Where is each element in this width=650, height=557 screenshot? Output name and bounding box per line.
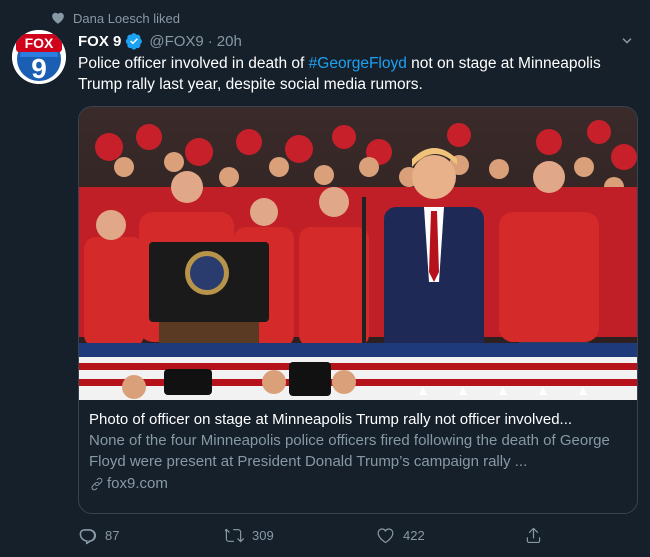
retweet-icon — [225, 528, 244, 542]
like-button[interactable]: 422 — [376, 526, 425, 545]
reply-button[interactable]: 87 — [78, 526, 119, 545]
fox9-logo-icon: FOX 9 — [12, 30, 66, 84]
separator-dot: · — [207, 32, 213, 50]
card-domain[interactable]: fox9.com — [89, 473, 629, 494]
card-image — [79, 107, 637, 400]
retweet-button[interactable]: 309 — [225, 526, 274, 545]
logo-nine-text: 9 — [31, 53, 47, 84]
link-icon — [91, 477, 103, 490]
tweet-text-part: Police officer involved in death of — [78, 55, 309, 72]
card-domain-text: fox9.com — [107, 475, 168, 492]
like-count: 422 — [403, 527, 425, 543]
link-card[interactable]: Photo of officer on stage at Minneapolis… — [78, 106, 638, 514]
tweet-text: Police officer involved in death of #Geo… — [78, 53, 638, 95]
share-icon — [526, 527, 541, 543]
reply-icon — [79, 528, 97, 544]
chevron-down-icon[interactable] — [618, 32, 636, 50]
logo-fox-text: FOX — [25, 35, 54, 51]
share-button[interactable] — [524, 526, 543, 545]
retweet-count: 309 — [252, 527, 274, 543]
heart-icon — [52, 12, 64, 24]
card-title[interactable]: Photo of officer on stage at Minneapolis… — [89, 409, 629, 430]
social-context[interactable]: Dana Loesch liked — [51, 8, 180, 28]
action-bar: 87 309 422 — [78, 524, 558, 546]
reply-count: 87 — [105, 527, 120, 543]
avatar[interactable]: FOX 9 — [12, 30, 66, 84]
handle[interactable]: @FOX9 — [149, 33, 203, 50]
hashtag-link[interactable]: #GeorgeFloyd — [309, 55, 407, 72]
card-description: None of the four Minneapolis police offi… — [89, 432, 610, 470]
card-meta: Photo of officer on stage at Minneapolis… — [89, 409, 629, 494]
social-context-text: Dana Loesch liked — [73, 10, 180, 26]
verified-badge-icon — [126, 33, 143, 50]
heart-outline-icon — [377, 527, 394, 543]
tweet-header: FOX 9 @FOX9 · 20h — [78, 30, 640, 52]
timestamp[interactable]: 20h — [217, 33, 242, 50]
display-name[interactable]: FOX 9 — [78, 33, 121, 50]
